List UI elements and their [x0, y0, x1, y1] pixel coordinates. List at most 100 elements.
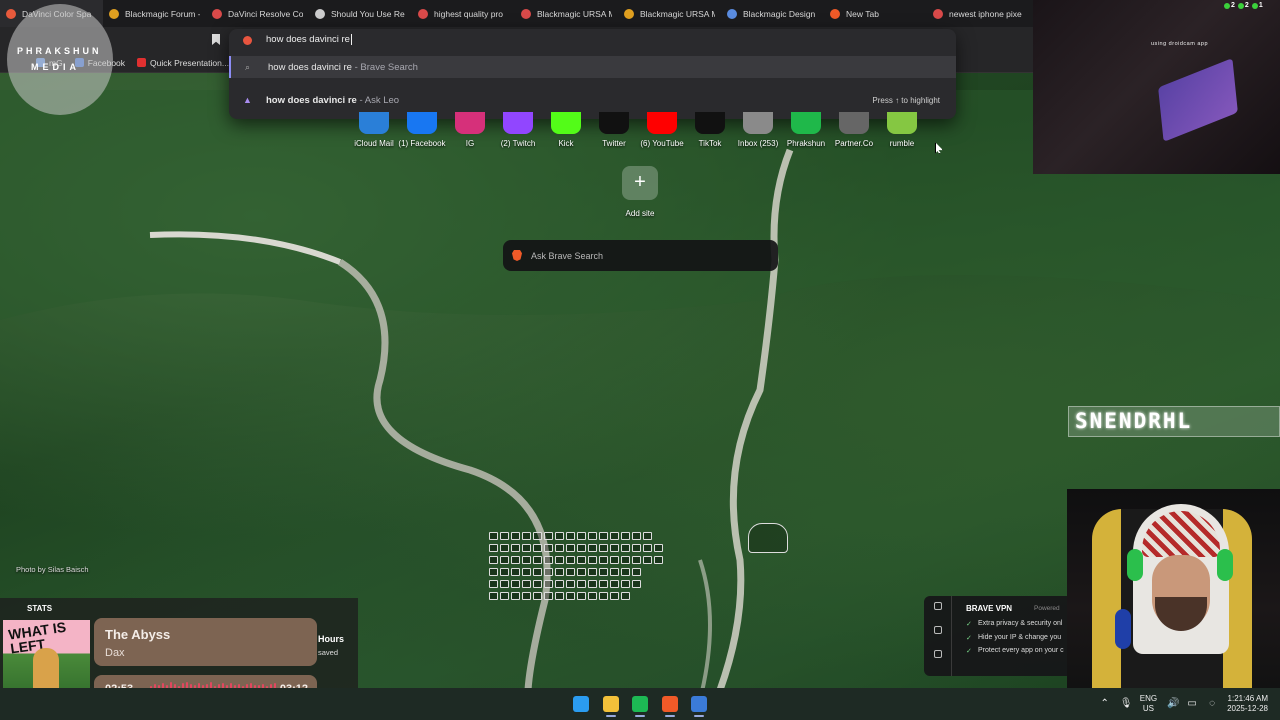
network-icon[interactable]: ◌ [1207, 699, 1217, 709]
add-site-button[interactable]: + Add site [622, 166, 658, 218]
clock[interactable]: 1:21:46 AM 2025-12-28 [1227, 694, 1268, 714]
top-site-tile[interactable]: iCloud Mail [350, 112, 398, 148]
top-site-tile[interactable]: (2) Twitch [494, 112, 542, 148]
tab-8[interactable]: New Tab [824, 0, 927, 27]
key [588, 592, 597, 600]
key [577, 544, 586, 552]
python-app-icon[interactable] [691, 696, 707, 712]
site-favicon-icon [599, 112, 629, 134]
top-site-tile[interactable]: Partner.Co [830, 112, 878, 148]
key [599, 532, 608, 540]
key [511, 568, 520, 576]
top-site-tile[interactable]: Inbox (253) [734, 112, 782, 148]
language-indicator[interactable]: ENG US [1140, 694, 1157, 714]
key [610, 544, 619, 552]
monitor-icon[interactable]: ▭ [1187, 699, 1197, 709]
tab-1[interactable]: Blackmagic Forum - [103, 0, 206, 27]
tab-title: Blackmagic Design [743, 8, 816, 19]
key [610, 592, 619, 600]
tab-6[interactable]: Blackmagic URSA M [618, 0, 721, 27]
key [632, 580, 641, 588]
key [643, 556, 652, 564]
volume-icon[interactable]: 🔊 [1167, 699, 1179, 709]
key [610, 556, 619, 564]
suggestion-brave-search[interactable]: ⌕ how does davinci re - Brave Search [229, 56, 956, 78]
key [566, 592, 575, 600]
top-site-tile[interactable]: IG [446, 112, 494, 148]
clock-date: 2025-12-28 [1227, 704, 1268, 713]
windows-start-icon[interactable] [573, 696, 589, 712]
key [621, 568, 630, 576]
tab-title: newest iphone pixe [949, 8, 1022, 19]
top-sites: iCloud Mail (1) Facebook IG (2) Twitch Kick T… [350, 112, 926, 148]
tab-7[interactable]: Blackmagic Design [721, 0, 824, 27]
tab-favicon-icon [212, 8, 222, 19]
key [621, 544, 630, 552]
tab-favicon-icon [418, 8, 428, 19]
key [522, 532, 531, 540]
top-site-tile[interactable]: Twitter [590, 112, 638, 148]
rgb-keyboard [1158, 58, 1238, 142]
suggestion-query: how does davinci re [268, 61, 352, 73]
key [632, 544, 641, 552]
search-icon: ⌕ [245, 61, 251, 72]
photo-credit[interactable]: Photo by Silas Baisch [16, 565, 89, 574]
top-site-tile[interactable]: TikTok [686, 112, 734, 148]
key [500, 556, 509, 564]
tab-2[interactable]: DaVinci Resolve Co [206, 0, 309, 27]
tab-9[interactable]: newest iphone pixe [927, 0, 1030, 27]
key [577, 556, 586, 564]
top-site-label: Kick [558, 139, 574, 148]
top-site-tile[interactable]: rumble [878, 112, 926, 148]
key [643, 532, 652, 540]
vpn-features: Extra privacy & security onl Hide your I… [966, 620, 1064, 661]
top-site-label: Inbox (253) [737, 139, 779, 148]
bookmark-item[interactable]: Quick Presentation... [137, 58, 229, 68]
key [544, 580, 553, 588]
clock-time: 1:21:46 AM [1227, 694, 1268, 703]
brave-search-icon [243, 35, 252, 45]
key [500, 568, 509, 576]
wallet-icon[interactable] [934, 650, 942, 658]
suggestion-ask-leo[interactable]: ▲ how does davinci re - Ask Leo [229, 89, 956, 111]
key [555, 568, 564, 576]
headphone-left [1127, 549, 1143, 581]
spotify-icon[interactable] [632, 696, 648, 712]
site-favicon-icon [887, 112, 917, 134]
status-dot-icon [1224, 2, 1230, 9]
tab-4[interactable]: highest quality pro [412, 0, 515, 27]
top-site-tile[interactable]: Kick [542, 112, 590, 148]
counter-b: 2 [1244, 2, 1249, 9]
stats-label: STATS [27, 604, 53, 613]
key [489, 556, 498, 564]
key [566, 532, 575, 540]
address-bar[interactable]: how does davinci re [229, 29, 956, 51]
tab-3[interactable]: Should You Use Re [309, 0, 412, 27]
tab-favicon-icon [109, 8, 119, 19]
status-dot-icon [1237, 2, 1244, 9]
tab-favicon-icon [315, 8, 325, 19]
top-site-tile[interactable]: Phrakshun [782, 112, 830, 148]
top-site-tile[interactable]: (1) Facebook [398, 112, 446, 148]
vpn-sidebar [924, 596, 952, 676]
hours-label: Hours [318, 634, 345, 644]
tab-favicon-icon [624, 8, 634, 19]
chevron-up-icon[interactable]: ⌃ [1100, 699, 1110, 709]
top-site-tile[interactable]: (6) YouTube [638, 112, 686, 148]
tab-5[interactable]: Blackmagic URSA M [515, 0, 618, 27]
top-site-label: Partner.Co [834, 139, 874, 148]
key [588, 568, 597, 576]
suggestion-source: - Ask Leo [356, 94, 400, 106]
microphone-icon[interactable]: 🎙 [1120, 699, 1133, 709]
brave-vpn-popup[interactable]: BRAVE VPN Powered Extra privacy & securi… [924, 596, 1067, 676]
logo-line-1: PHRAKSHUN [17, 46, 102, 56]
key [577, 592, 586, 600]
file-explorer-icon[interactable] [603, 696, 619, 712]
key [511, 532, 520, 540]
brave-search-box[interactable]: Ask Brave Search [503, 240, 778, 271]
brave-icon[interactable] [662, 696, 678, 712]
saved-label: saved [318, 648, 339, 657]
shield-icon[interactable] [934, 602, 942, 610]
warning-icon[interactable] [934, 626, 942, 634]
key [533, 532, 542, 540]
